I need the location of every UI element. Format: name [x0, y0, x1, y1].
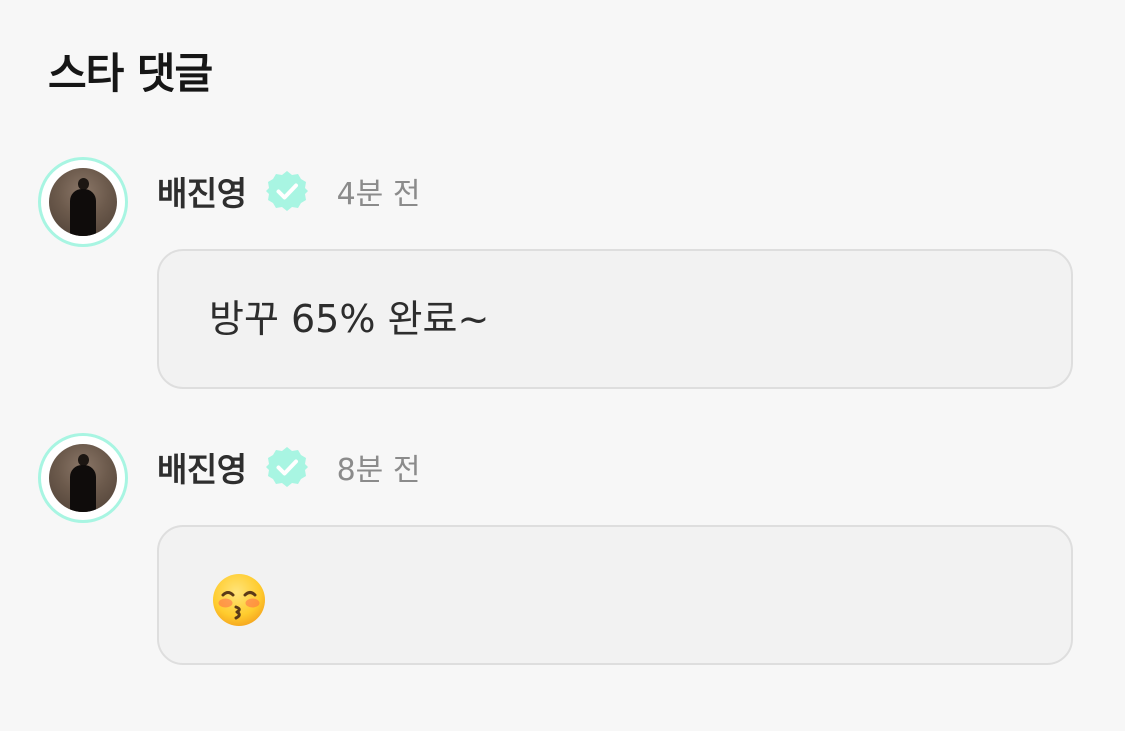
author-name[interactable]: 배진영: [157, 443, 247, 491]
section-title: 스타 댓글: [48, 49, 213, 98]
comment-header: 배진영 8분 전: [157, 441, 420, 493]
profile-photo: [49, 168, 117, 236]
comment-item-2: 배진영 8분 전: [38, 433, 1078, 673]
avatar[interactable]: [38, 433, 128, 523]
profile-photo: [49, 444, 117, 512]
comment-bubble: [157, 525, 1073, 665]
timestamp: 8분 전: [336, 453, 421, 488]
avatar[interactable]: [38, 157, 128, 247]
comment-bubble: 방꾸 65% 완료~: [157, 249, 1073, 389]
author-name[interactable]: 배진영: [157, 167, 247, 215]
kissing-face-emoji-icon: [213, 574, 265, 626]
comment-header: 배진영 4분 전: [157, 165, 420, 217]
person-body-shape: [70, 189, 96, 236]
comment-item-1: 배진영 4분 전 방꾸 65% 완료~: [38, 157, 1078, 397]
person-body-shape: [70, 465, 96, 512]
verified-badge-icon: [265, 171, 308, 211]
timestamp: 4분 전: [336, 177, 421, 212]
comment-text: 방꾸 65% 완료~: [209, 297, 490, 341]
verified-badge-icon: [265, 447, 308, 487]
